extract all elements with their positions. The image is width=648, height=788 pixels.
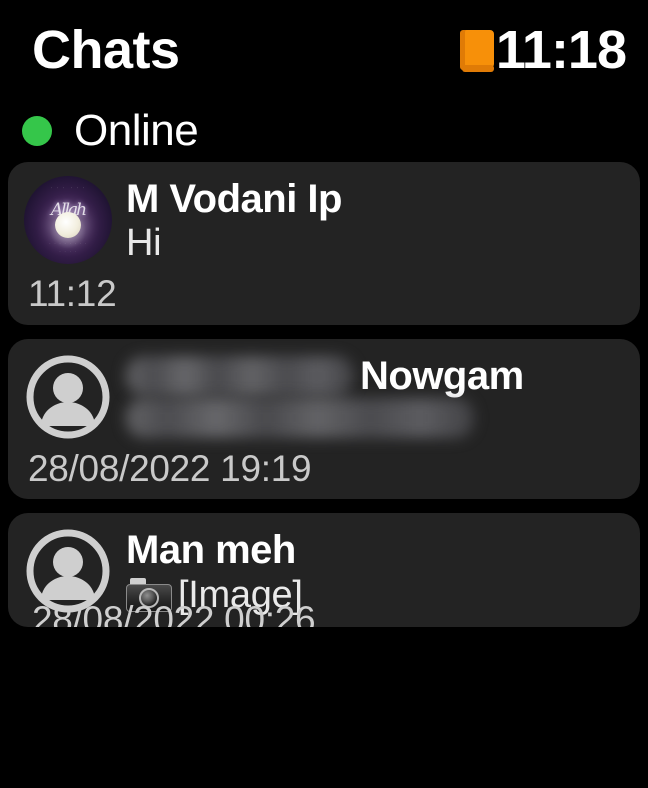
chat-message-preview: Hi: [126, 222, 162, 265]
chat-contact-name: Man meh: [126, 528, 296, 573]
online-status-label: Online: [74, 106, 199, 155]
chat-item-text: Nowgam: [126, 353, 624, 438]
closed-book-icon: [459, 28, 494, 72]
app-header: Chats 11:18: [0, 0, 648, 100]
avatar-bottom-text: ﹒﹒﹒﹒﹒﹒﹒﹒ ﹒﹒﹒﹒: [47, 239, 89, 253]
chat-contact-name: M Vodani Ip: [126, 177, 342, 221]
chats-screen: Chats 11:18 Online ﹒﹒﹒ ﹒﹒﹒ Allah ﹒﹒﹒﹒﹒﹒﹒…: [0, 0, 648, 788]
avatar-moon-glow: [55, 212, 81, 239]
clock-time: 11:18: [495, 20, 627, 80]
chat-list-item[interactable]: ﹒﹒﹒ ﹒﹒﹒ Allah ﹒﹒﹒﹒﹒﹒﹒﹒ ﹒﹒﹒﹒ M Vodani Ip H…: [8, 162, 640, 325]
chat-list-item[interactable]: Man meh [Image] 28/08/2022 00:26: [8, 513, 640, 628]
avatar-person-placeholder[interactable]: [24, 353, 112, 441]
avatar-top-text: ﹒﹒﹒ ﹒﹒﹒: [48, 184, 88, 190]
chat-message-preview: [126, 397, 624, 438]
avatar-moon-photo[interactable]: ﹒﹒﹒ ﹒﹒﹒ Allah ﹒﹒﹒﹒﹒﹒﹒﹒ ﹒﹒﹒﹒: [24, 176, 112, 264]
chat-list: ﹒﹒﹒ ﹒﹒﹒ Allah ﹒﹒﹒﹒﹒﹒﹒﹒ ﹒﹒﹒﹒ M Vodani Ip H…: [0, 162, 648, 628]
redacted-name-blur: [126, 356, 354, 397]
chat-item-main: Nowgam: [24, 353, 624, 441]
redacted-message-blur: [126, 397, 474, 438]
page-title: Chats: [32, 20, 180, 80]
chat-timestamp: 28/08/2022 19:19: [28, 447, 312, 489]
chat-timestamp: 28/08/2022 00:26: [32, 599, 316, 628]
chat-name-row: Nowgam: [126, 353, 624, 398]
chat-list-item[interactable]: Nowgam 28/08/2022 19:19: [8, 338, 640, 500]
online-indicator-dot: [22, 116, 52, 146]
header-status-cluster: 11:18: [459, 20, 627, 80]
chat-item-main: ﹒﹒﹒ ﹒﹒﹒ Allah ﹒﹒﹒﹒﹒﹒﹒﹒ ﹒﹒﹒﹒ M Vodani Ip H…: [24, 176, 624, 266]
chat-timestamp: 11:12: [28, 273, 117, 315]
chat-contact-name: Nowgam: [360, 353, 524, 398]
connection-status-row: Online: [0, 100, 648, 162]
chat-item-text: M Vodani Ip Hi: [126, 176, 624, 266]
